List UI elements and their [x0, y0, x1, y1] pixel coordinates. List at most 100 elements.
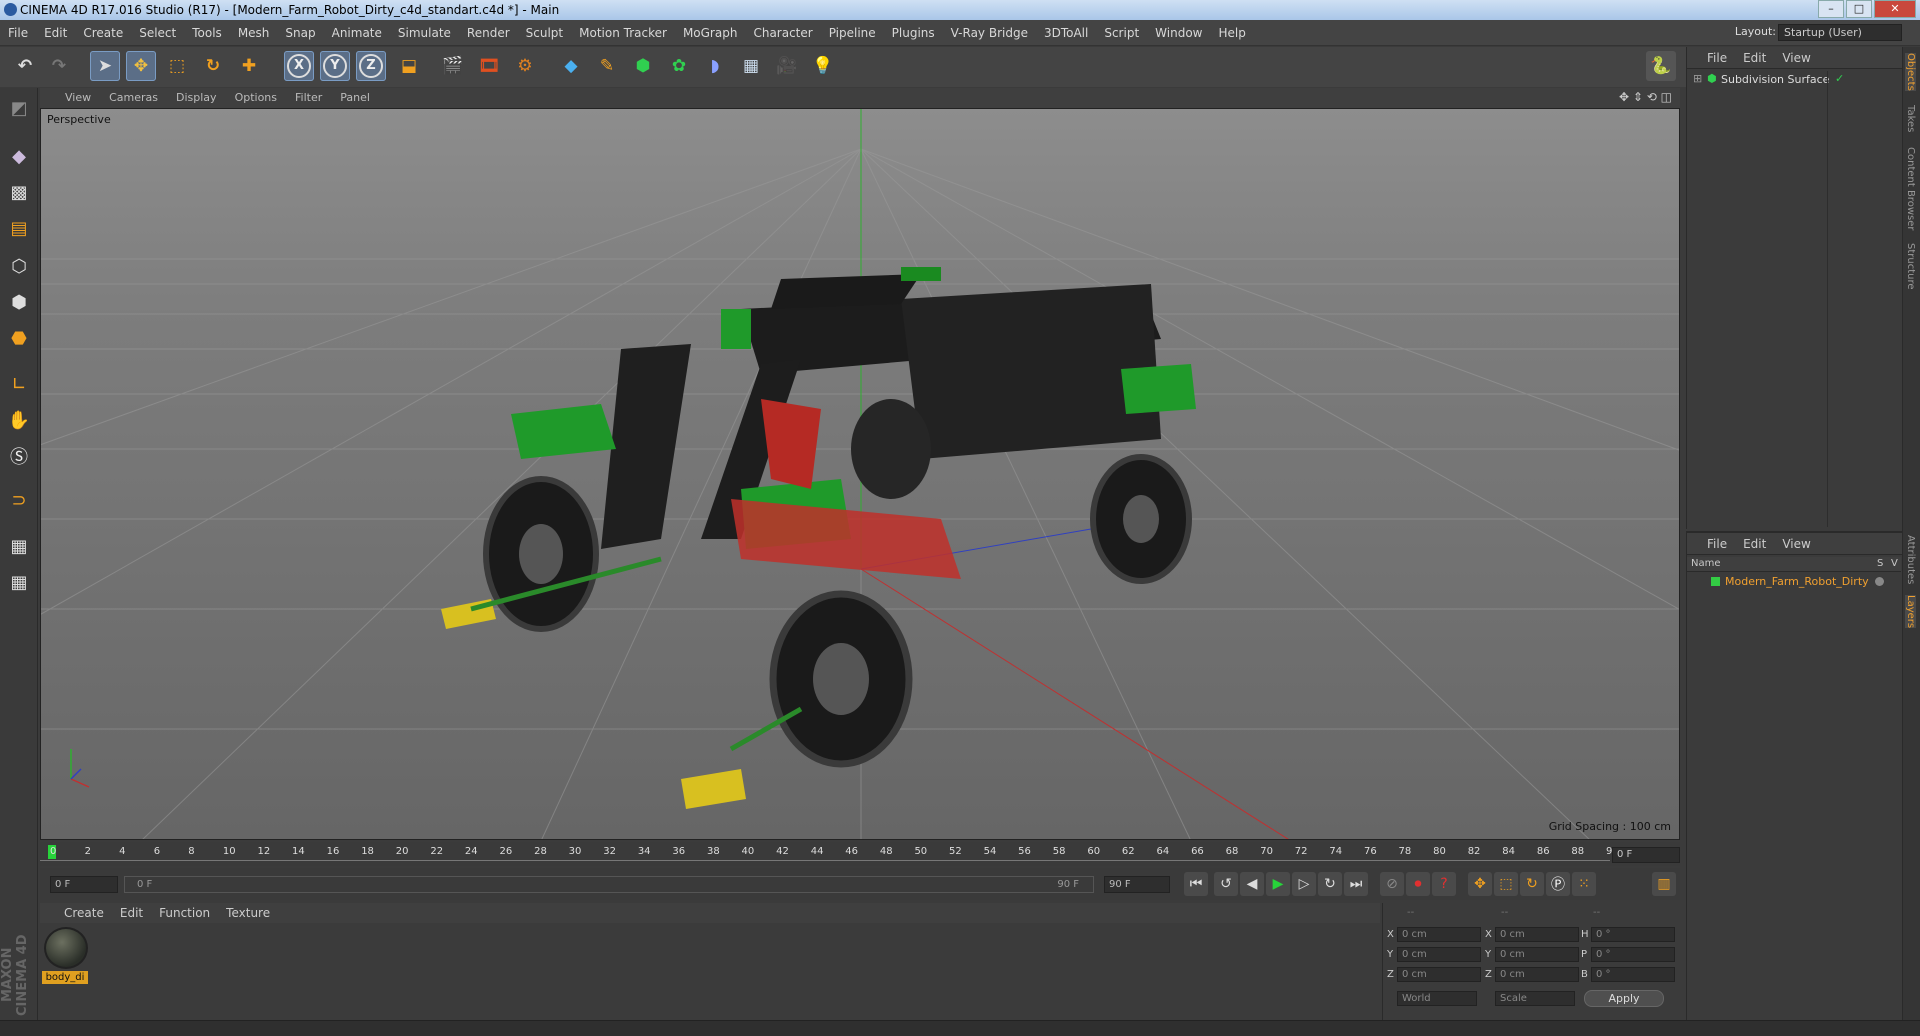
start-frame-field[interactable]: 0 F: [50, 876, 118, 893]
polygons-mode-icon[interactable]: ⬣: [3, 322, 35, 354]
material-name[interactable]: body_di: [42, 971, 88, 984]
rotation-h-field[interactable]: 0 °: [1591, 927, 1675, 942]
position-y-field[interactable]: 0 cm: [1397, 947, 1481, 962]
y-axis-icon[interactable]: Y: [320, 51, 350, 81]
object-name[interactable]: Subdivision Surface: [1721, 73, 1829, 86]
layer-name[interactable]: Modern_Farm_Robot_Dirty: [1725, 575, 1869, 588]
position-x-field[interactable]: 0 cm: [1397, 927, 1481, 942]
objects-menu-view[interactable]: View: [1774, 47, 1818, 69]
key-pla-icon[interactable]: ⁙: [1572, 872, 1596, 896]
layers-menu-edit[interactable]: Edit: [1735, 533, 1774, 555]
solo-mode-icon[interactable]: Ⓢ: [3, 440, 35, 472]
go-to-start-icon[interactable]: ⏮: [1184, 872, 1208, 896]
close-button[interactable]: ✕: [1874, 0, 1916, 18]
preview-range-slider[interactable]: 0 F 90 F: [124, 876, 1094, 893]
previous-key-icon[interactable]: ↺: [1214, 872, 1238, 896]
key-position-icon[interactable]: ✥: [1468, 872, 1492, 896]
viewport-menu-view[interactable]: View: [56, 88, 100, 108]
size-mode-dropdown[interactable]: Scale: [1495, 991, 1575, 1006]
make-editable-icon[interactable]: ◩: [3, 92, 35, 124]
next-key-icon[interactable]: ↻: [1318, 872, 1342, 896]
expand-icon[interactable]: ⊞: [1693, 72, 1702, 85]
workplane-lock-icon[interactable]: ▦: [3, 530, 35, 562]
redo-icon[interactable]: ↷: [44, 51, 74, 81]
layer-row[interactable]: Modern_Farm_Robot_Dirty: [1687, 573, 1901, 589]
points-mode-icon[interactable]: ⬡: [3, 250, 35, 282]
viewport-menu-options[interactable]: Options: [226, 88, 286, 108]
menu-help[interactable]: Help: [1210, 20, 1253, 46]
record-off-icon[interactable]: ⊘: [1380, 872, 1404, 896]
axis-mode-icon[interactable]: ∟: [3, 368, 35, 400]
x-axis-icon[interactable]: X: [284, 51, 314, 81]
viewport-perspective[interactable]: Perspective Grid Spacing : 100 cm: [40, 108, 1680, 840]
tab-takes[interactable]: Takes: [1905, 105, 1916, 132]
pen-icon[interactable]: ✎: [592, 51, 622, 81]
menu-create[interactable]: Create: [75, 20, 131, 46]
rotation-p-field[interactable]: 0 °: [1591, 947, 1675, 962]
tab-objects[interactable]: Objects: [1905, 53, 1916, 91]
menu-pipeline[interactable]: Pipeline: [821, 20, 884, 46]
texture-mode-icon[interactable]: ▩: [3, 176, 35, 208]
material-menu-texture[interactable]: Texture: [218, 903, 278, 923]
edges-mode-icon[interactable]: ⬢: [3, 286, 35, 318]
menu-file[interactable]: File: [0, 20, 36, 46]
z-axis-icon[interactable]: Z: [356, 51, 386, 81]
play-forward-icon[interactable]: ▶: [1266, 872, 1290, 896]
menu-mograph[interactable]: MoGraph: [675, 20, 746, 46]
menu-animate[interactable]: Animate: [324, 20, 390, 46]
menu-tools[interactable]: Tools: [184, 20, 230, 46]
farm-robot-model[interactable]: [441, 267, 1196, 809]
previous-frame-icon[interactable]: ◀: [1240, 872, 1264, 896]
go-to-end-icon[interactable]: ⏭: [1344, 872, 1368, 896]
viewport-menu-cameras[interactable]: Cameras: [100, 88, 167, 108]
rotate-icon[interactable]: ↻: [198, 51, 228, 81]
size-x-field[interactable]: 0 cm: [1495, 927, 1579, 942]
menu-sculpt[interactable]: Sculpt: [518, 20, 571, 46]
menu-mesh[interactable]: Mesh: [230, 20, 278, 46]
floor-icon[interactable]: ▦: [736, 51, 766, 81]
menu-script[interactable]: Script: [1096, 20, 1147, 46]
material-menu-function[interactable]: Function: [151, 903, 218, 923]
objects-menu-file[interactable]: File: [1699, 47, 1735, 69]
key-rotation-icon[interactable]: ↻: [1520, 872, 1544, 896]
material-menu-edit[interactable]: Edit: [112, 903, 151, 923]
snap-icon[interactable]: ⊃: [3, 484, 35, 516]
workplane-grid-icon[interactable]: ▦: [3, 566, 35, 598]
size-z-field[interactable]: 0 cm: [1495, 967, 1579, 982]
render-picture-viewer-icon[interactable]: 🎞: [474, 51, 504, 81]
layout-dropdown[interactable]: Startup (User): [1778, 24, 1902, 41]
menu-3dtoall[interactable]: 3DToAll: [1036, 20, 1096, 46]
material-swatch[interactable]: [44, 927, 88, 969]
undo-icon[interactable]: ↶: [10, 51, 40, 81]
model-mode-icon[interactable]: ◆: [3, 140, 35, 172]
viewport-menu-display[interactable]: Display: [167, 88, 226, 108]
key-parameter-icon[interactable]: Ⓟ: [1546, 872, 1570, 896]
tab-attributes[interactable]: Attributes: [1905, 535, 1916, 584]
maximize-button[interactable]: □: [1846, 0, 1872, 18]
object-visibility-icon[interactable]: ✓: [1835, 72, 1844, 85]
minimize-button[interactable]: –: [1818, 0, 1844, 18]
menu-snap[interactable]: Snap: [277, 20, 323, 46]
current-frame-field[interactable]: 0 F: [1612, 847, 1680, 863]
viewport-menu-filter[interactable]: Filter: [286, 88, 331, 108]
tweak-mode-icon[interactable]: ✋: [3, 404, 35, 436]
scale-icon[interactable]: ⬚: [162, 51, 192, 81]
menu-select[interactable]: Select: [131, 20, 184, 46]
coord-mode-dropdown[interactable]: World: [1397, 991, 1477, 1006]
workplane-mode-icon[interactable]: ▤: [3, 212, 35, 244]
menu-simulate[interactable]: Simulate: [390, 20, 459, 46]
deformer-icon[interactable]: ◗: [700, 51, 730, 81]
viewport-menu-panel[interactable]: Panel: [331, 88, 379, 108]
menu-render[interactable]: Render: [459, 20, 518, 46]
cloner-icon[interactable]: ✿: [664, 51, 694, 81]
timeline-window-icon[interactable]: ▥: [1652, 872, 1676, 896]
layers-menu-view[interactable]: View: [1774, 533, 1818, 555]
apply-button[interactable]: Apply: [1584, 990, 1664, 1007]
menu-window[interactable]: Window: [1147, 20, 1210, 46]
subdivision-icon[interactable]: ⬢: [628, 51, 658, 81]
live-select-icon[interactable]: ✚: [234, 51, 264, 81]
size-y-field[interactable]: 0 cm: [1495, 947, 1579, 962]
material-menu-create[interactable]: Create: [56, 903, 112, 923]
tab-structure[interactable]: Structure: [1905, 243, 1916, 290]
rotation-b-field[interactable]: 0 °: [1591, 967, 1675, 982]
